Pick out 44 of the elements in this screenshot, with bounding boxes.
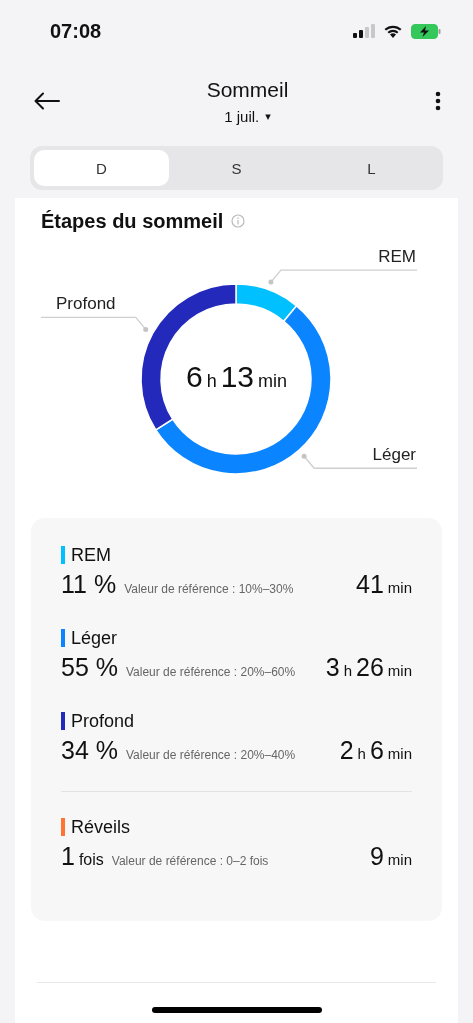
value-text: 2 — [339, 736, 354, 765]
value-text: 6 — [369, 736, 384, 765]
reference-text: Valeur de référence : 0–2 fois — [111, 854, 269, 868]
unit-text: min — [387, 745, 412, 762]
unit-text: h — [206, 371, 217, 392]
value-text: 13 — [220, 360, 255, 394]
value-text: 6 — [185, 360, 203, 394]
wifi-icon — [383, 24, 403, 38]
value-text: 34 % — [61, 736, 118, 765]
unit-text: min — [387, 579, 412, 596]
more-icon — [435, 91, 441, 111]
section-title: Étapes du sommeil — [41, 209, 224, 233]
reference-text: Valeur de référence : 10%–30% — [124, 582, 294, 596]
chart-label: REM — [378, 247, 416, 267]
status-time: 07:08 — [50, 19, 102, 43]
unit-text: min — [387, 851, 412, 868]
unit-text: min — [258, 371, 288, 392]
value-text: 11 % — [61, 570, 117, 599]
value-text: 1 — [61, 842, 75, 871]
signal-icon — [353, 24, 375, 38]
reference-text: Valeur de référence : 20%–40% — [126, 748, 296, 762]
unit-text: h — [357, 745, 366, 762]
stage-name: Réveils — [71, 816, 131, 838]
unit-text: fois — [78, 851, 104, 869]
chart-label: Profond — [56, 294, 116, 314]
unit-text: h — [343, 662, 352, 679]
value-text: 9 — [369, 842, 384, 871]
value-text: 26 — [356, 653, 384, 682]
stage-name: Profond — [71, 710, 135, 732]
period-tab[interactable]: L — [304, 150, 439, 186]
value-text: 41 — [356, 570, 384, 599]
date-picker[interactable]: 1 juil. ▾ — [224, 107, 271, 125]
back-arrow-icon — [34, 92, 60, 110]
page-title: Sommeil — [206, 77, 289, 102]
reference-text: Valeur de référence : 20%–60% — [126, 665, 296, 679]
battery-charging-icon — [411, 23, 441, 39]
stage-name: REM — [71, 544, 111, 566]
unit-text: min — [387, 662, 412, 679]
stage-name: Léger — [71, 627, 118, 649]
value-text: 3 — [325, 653, 340, 682]
period-tab[interactable]: S — [169, 150, 304, 186]
value-text: 55 % — [61, 653, 118, 682]
period-tab[interactable]: D — [34, 150, 169, 186]
chart-label: Léger — [372, 445, 416, 465]
